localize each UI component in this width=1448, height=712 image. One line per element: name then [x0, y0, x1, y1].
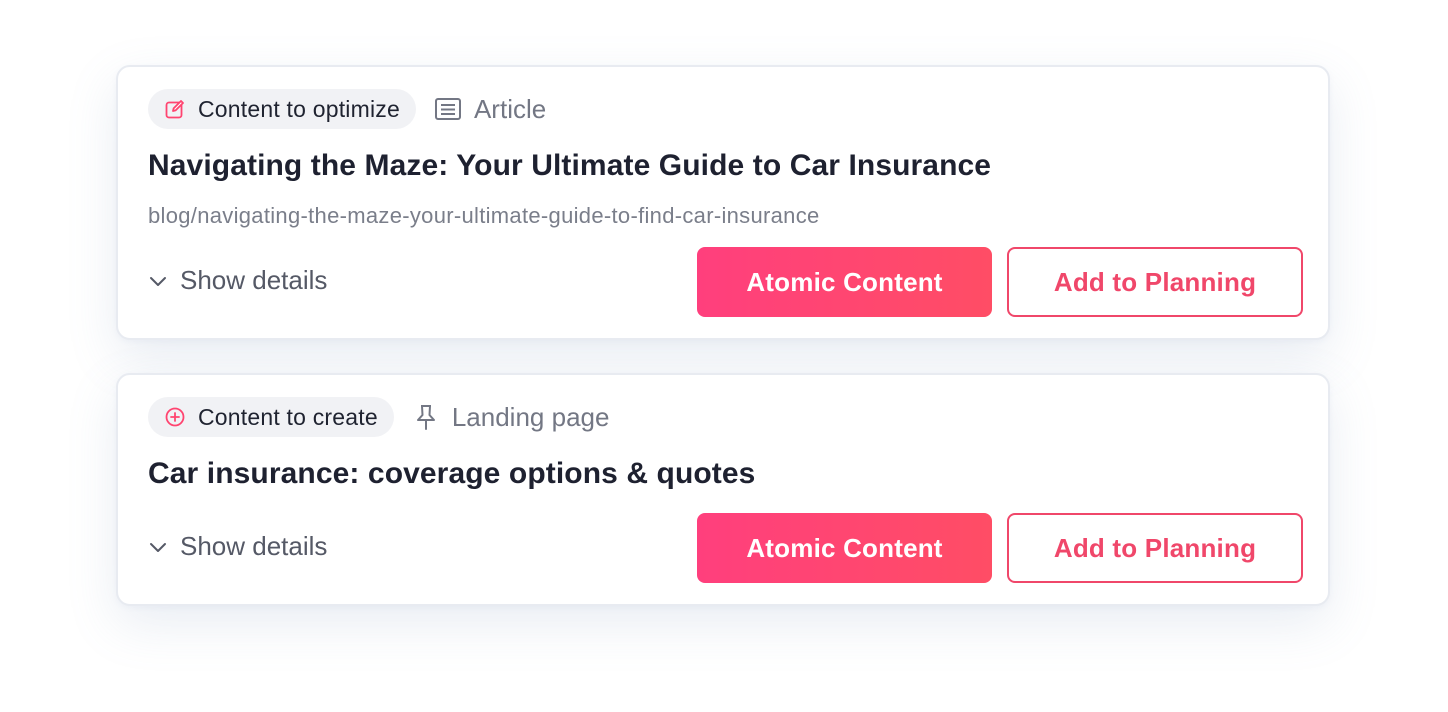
card-title: Navigating the Maze: Your Ultimate Guide…: [148, 149, 992, 182]
add-circle-icon: [164, 406, 186, 428]
content-card: Content to create Landing page Car insur…: [116, 373, 1330, 606]
content-card: Content to optimize Article Navigating t…: [116, 65, 1330, 340]
content-type-label: Landing page: [451, 401, 610, 432]
show-details-label: Show details: [180, 531, 328, 561]
card-title: Car insurance: coverage options & quotes: [148, 457, 756, 490]
status-label: Content to create: [198, 403, 378, 430]
article-icon: [434, 95, 462, 123]
content-recommendations: Content to optimize Article Navigating t…: [0, 0, 1448, 712]
show-details-label: Show details: [180, 265, 328, 295]
content-type: Article: [434, 94, 546, 125]
card-url: blog/navigating-the-maze-your-ultimate-g…: [148, 203, 820, 228]
chevron-down-icon: [148, 271, 168, 291]
edit-icon: [164, 98, 186, 120]
status-label: Content to optimize: [198, 95, 400, 122]
show-details-toggle[interactable]: Show details: [148, 265, 327, 296]
show-details-toggle[interactable]: Show details: [148, 531, 327, 562]
status-badge: Content to optimize: [148, 89, 416, 129]
card-tags: Content to optimize Article: [148, 89, 546, 129]
pin-icon: [412, 403, 440, 431]
atomic-content-button[interactable]: Atomic Content: [697, 247, 992, 317]
add-to-planning-button[interactable]: Add to Planning: [1007, 513, 1303, 583]
card-tags: Content to create Landing page: [148, 397, 609, 437]
chevron-down-icon: [148, 537, 168, 557]
status-badge: Content to create: [148, 397, 394, 437]
add-to-planning-button[interactable]: Add to Planning: [1007, 247, 1303, 317]
content-type-label: Article: [473, 93, 547, 124]
content-type: Landing page: [412, 401, 610, 433]
atomic-content-button[interactable]: Atomic Content: [697, 513, 992, 583]
